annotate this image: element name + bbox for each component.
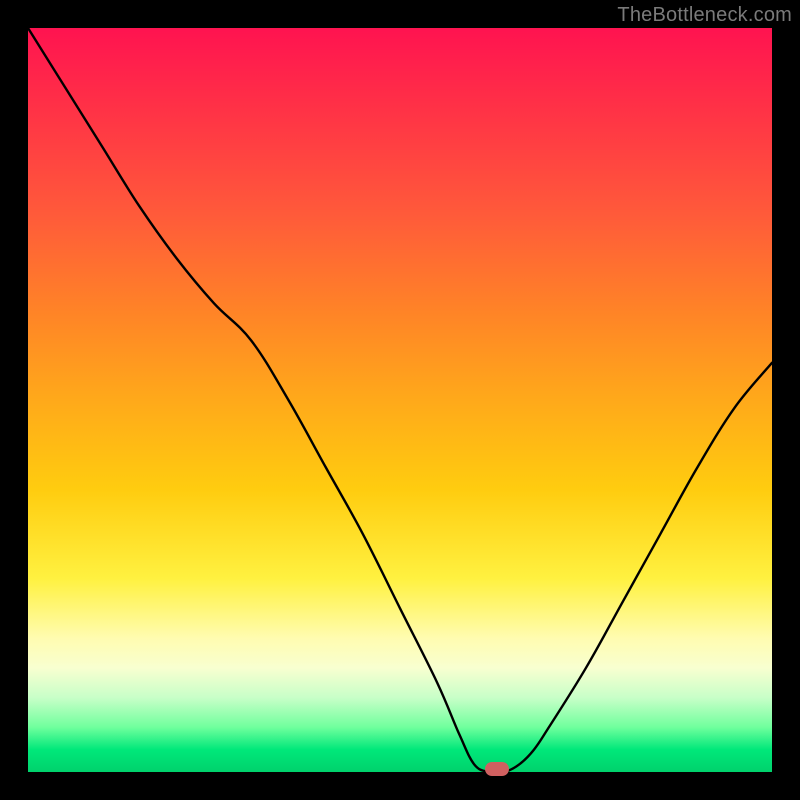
curve-path [28, 28, 772, 772]
chart-frame: TheBottleneck.com [0, 0, 800, 800]
bottleneck-curve [28, 28, 772, 772]
plot-area [28, 28, 772, 772]
optimal-marker [485, 762, 509, 776]
watermark-text: TheBottleneck.com [617, 4, 792, 27]
